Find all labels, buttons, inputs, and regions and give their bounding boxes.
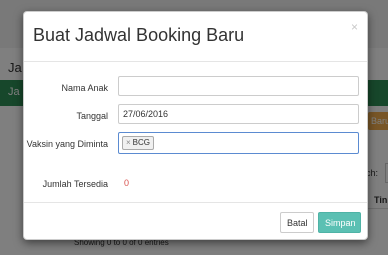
vaksin-multiselect[interactable]: × BCG	[118, 132, 359, 154]
modal-title: Buat Jadwal Booking Baru	[33, 25, 245, 45]
tanggal-input[interactable]	[118, 104, 359, 124]
tag-remove-icon[interactable]: ×	[126, 138, 131, 147]
jumlah-value: 0	[124, 178, 130, 188]
modal-header: Buat Jadwal Booking Baru ×	[24, 12, 367, 62]
vaksin-tag-label: BCG	[132, 138, 151, 147]
tanggal-label: Tanggal	[76, 111, 108, 121]
nama-anak-label: Nama Anak	[61, 83, 108, 93]
jumlah-label: Jumlah Tersedia	[42, 179, 108, 189]
nama-anak-input[interactable]	[118, 76, 359, 96]
vaksin-label: Vaksin yang Diminta	[26, 139, 108, 149]
booking-modal: Buat Jadwal Booking Baru × Nama Anak Tan…	[23, 11, 368, 240]
save-button[interactable]: Simpan	[318, 212, 361, 233]
cancel-button[interactable]: Batal	[280, 212, 314, 233]
vaksin-tag: × BCG	[122, 136, 155, 150]
close-icon[interactable]: ×	[351, 21, 358, 33]
modal-footer: Batal Simpan	[24, 202, 367, 240]
